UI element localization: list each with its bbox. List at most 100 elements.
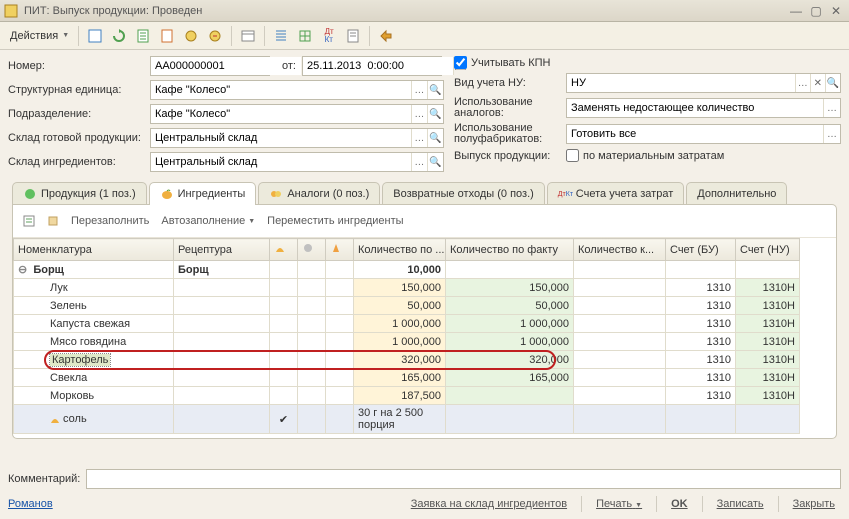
magnifier-icon[interactable]: 🔍 <box>825 74 840 92</box>
table-row[interactable]: соль✔30 г на 2 500 порция <box>14 405 836 434</box>
ok-button[interactable]: OK <box>665 495 694 513</box>
ingredients-grid[interactable]: Номенклатура Рецептура Количество по ...… <box>13 238 836 434</box>
col-icon-1[interactable] <box>270 239 298 261</box>
from-label: от: <box>282 60 296 72</box>
toolbar-btn-9[interactable] <box>294 25 316 47</box>
number-label: Номер: <box>8 60 144 72</box>
ellipsis-icon[interactable]: … <box>411 129 427 147</box>
ellipsis-icon[interactable]: … <box>823 99 840 117</box>
number-input[interactable] <box>150 56 270 76</box>
move-ingredients-button[interactable]: Переместить ингредиенты <box>263 213 407 229</box>
dept-label: Подразделение: <box>8 108 144 120</box>
clear-icon[interactable]: ✕ <box>810 74 825 92</box>
save-button[interactable]: Записать <box>711 495 770 513</box>
ellipsis-icon[interactable]: … <box>795 74 810 92</box>
magnifier-icon[interactable]: 🔍 <box>427 81 443 99</box>
maximize-button[interactable]: ▢ <box>807 4 825 18</box>
col-icon-2[interactable] <box>298 239 326 261</box>
col-qty-k[interactable]: Количество к... <box>574 239 666 261</box>
toolbar-btn-refresh[interactable] <box>108 25 130 47</box>
toolbar-btn-12[interactable] <box>375 25 397 47</box>
table-row[interactable]: Морковь187,50013101310Н <box>14 387 836 405</box>
tab-analogs[interactable]: Аналоги (0 поз.) <box>258 182 380 205</box>
inner-btn-1[interactable] <box>19 211 39 231</box>
col-icon-3[interactable] <box>326 239 354 261</box>
ellipsis-icon[interactable]: … <box>823 125 840 143</box>
semi-input[interactable]: … <box>566 124 841 144</box>
tab-content: Перезаполнить Автозаполнение ▼ Перемести… <box>12 204 837 439</box>
autofill-button[interactable]: Автозаполнение ▼ <box>157 213 259 229</box>
comment-input[interactable] <box>86 469 841 489</box>
dept-input[interactable]: … 🔍 <box>150 104 444 124</box>
unit-input[interactable]: … 🔍 <box>150 80 444 100</box>
table-row[interactable]: Капуста свежая1 000,0001 000,00013101310… <box>14 315 836 333</box>
toolbar-btn-5[interactable] <box>180 25 202 47</box>
window-title: ПИТ: Выпуск продукции: Проведен <box>24 5 785 17</box>
ingredients-icon <box>160 187 174 201</box>
tab-returns[interactable]: Возвратные отходы (0 поз.) <box>382 182 545 205</box>
toolbar-btn-3[interactable] <box>132 25 154 47</box>
tab-accounts[interactable]: ДтКт Счета учета затрат <box>547 182 684 205</box>
col-acc-bu[interactable]: Счет (БУ) <box>666 239 736 261</box>
actions-menu[interactable]: Действия▼ <box>6 28 73 44</box>
request-stock-link[interactable]: Заявка на склад ингредиентов <box>405 495 573 513</box>
kpn-checkbox[interactable]: Учитывать КПН <box>454 56 551 69</box>
stock-ready-input[interactable]: … 🔍 <box>150 128 444 148</box>
table-row[interactable]: Зелень50,00050,00013101310Н <box>14 297 836 315</box>
titlebar: ПИТ: Выпуск продукции: Проведен — ▢ ✕ <box>0 0 849 22</box>
magnifier-icon[interactable]: 🔍 <box>427 129 443 147</box>
tabs: Продукция (1 поз.) Ингредиенты Аналоги (… <box>8 182 841 205</box>
nu-label: Вид учета НУ: <box>454 77 560 89</box>
magnifier-icon[interactable]: 🔍 <box>427 105 443 123</box>
magnifier-icon[interactable]: 🔍 <box>427 153 443 171</box>
table-row[interactable]: Картофель320,000320,00013101310Н <box>14 351 836 369</box>
minimize-button[interactable]: — <box>787 4 805 18</box>
toolbar-btn-11[interactable] <box>342 25 364 47</box>
tab-extra[interactable]: Дополнительно <box>686 182 787 205</box>
col-acc-nu[interactable]: Счет (НУ) <box>736 239 800 261</box>
tab-products[interactable]: Продукция (1 поз.) <box>12 182 147 205</box>
analogs-label: Использование аналогов: <box>454 97 560 119</box>
col-recipe[interactable]: Рецептура <box>174 239 270 261</box>
table-row[interactable]: Лук150,000150,00013101310Н <box>14 279 836 297</box>
date-input[interactable]: 🗓 <box>302 56 442 76</box>
toolbar-btn-4[interactable] <box>156 25 178 47</box>
analogs-icon <box>269 187 283 201</box>
user-link[interactable]: Романов <box>8 498 53 510</box>
accounts-icon: ДтКт <box>558 187 572 201</box>
print-button[interactable]: Печать ▼ <box>590 495 648 513</box>
main-toolbar: Действия▼ ДтКт <box>0 22 849 50</box>
inner-btn-2[interactable] <box>43 211 63 231</box>
toolbar-btn-dtKt[interactable]: ДтКт <box>318 25 340 47</box>
semi-label: Использование полуфабрикатов: <box>454 123 560 145</box>
toolbar-btn-7[interactable] <box>237 25 259 47</box>
grid-product-row[interactable]: ⊖ БорщБорщ10,000 <box>14 261 836 279</box>
products-icon <box>23 187 37 201</box>
col-qty-fact[interactable]: Количество по факту <box>446 239 574 261</box>
nu-input[interactable]: … ✕ 🔍 <box>566 73 841 93</box>
stock-ready-label: Склад готовой продукции: <box>8 133 144 144</box>
table-row[interactable]: Мясо говядина1 000,0001 000,00013101310Н <box>14 333 836 351</box>
col-nomenclature[interactable]: Номенклатура <box>14 239 174 261</box>
toolbar-btn-6[interactable] <box>204 25 226 47</box>
close-button[interactable]: ✕ <box>827 4 845 18</box>
unit-label: Структурная единица: <box>8 84 144 96</box>
ellipsis-icon[interactable]: … <box>411 81 427 99</box>
toolbar-btn-8[interactable] <box>270 25 292 47</box>
ellipsis-icon[interactable]: … <box>411 153 427 171</box>
output-label: Выпуск продукции: <box>454 150 560 162</box>
stock-ingr-input[interactable]: … 🔍 <box>150 152 444 172</box>
by-material-checkbox[interactable]: по материальным затратам <box>566 149 724 162</box>
toolbar-btn-1[interactable] <box>84 25 106 47</box>
col-qty-by[interactable]: Количество по ... <box>354 239 446 261</box>
app-icon <box>4 4 18 18</box>
footer: Комментарий: Романов Заявка на склад инг… <box>0 465 849 519</box>
ellipsis-icon[interactable]: … <box>411 105 427 123</box>
close-footer-button[interactable]: Закрыть <box>787 495 841 513</box>
form-area: Номер: от: 🗓 Структурная единица: … 🔍 <box>0 50 849 445</box>
tab-ingredients[interactable]: Ингредиенты <box>149 182 257 205</box>
refill-button[interactable]: Перезаполнить <box>67 213 153 229</box>
table-row[interactable]: Свекла165,000165,00013101310Н <box>14 369 836 387</box>
stock-ingr-label: Склад ингредиентов: <box>8 157 144 168</box>
analogs-input[interactable]: … <box>566 98 841 118</box>
